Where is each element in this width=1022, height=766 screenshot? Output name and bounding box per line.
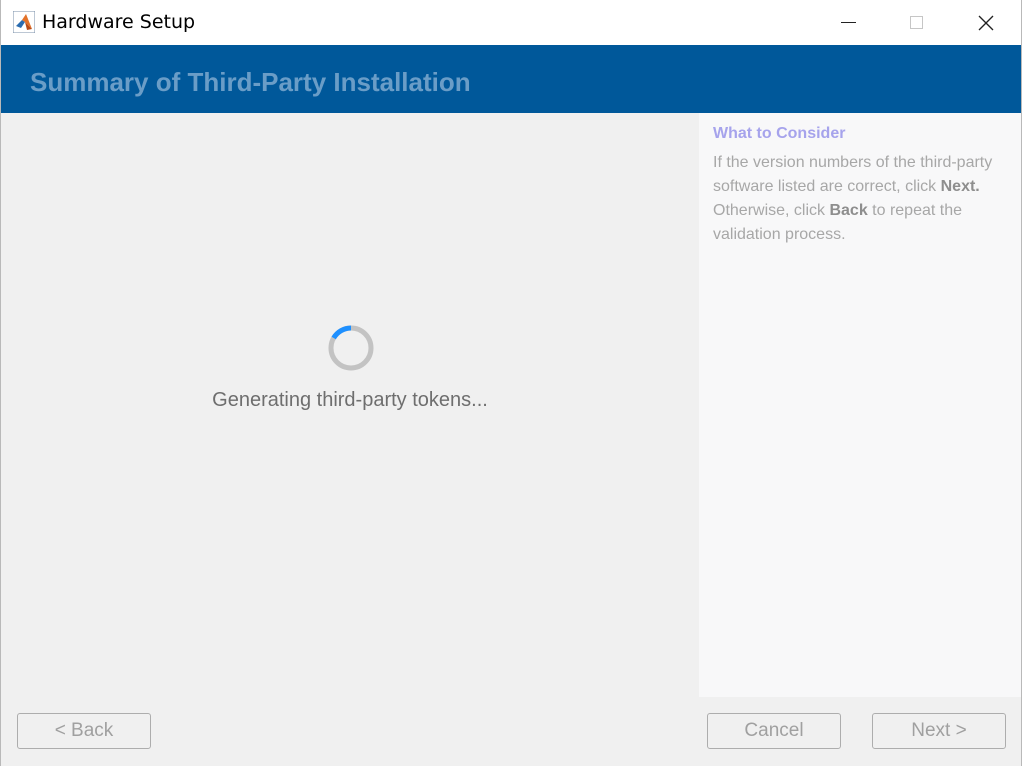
help-panel: What to Consider If the version numbers … — [699, 113, 1021, 697]
main-content: Generating third-party tokens... — [1, 113, 699, 697]
hardware-setup-window: Hardware Setup Summary of Third-Party In… — [0, 0, 1022, 766]
next-button[interactable]: Next > — [872, 713, 1006, 749]
matlab-logo-icon — [13, 11, 35, 33]
window-title: Hardware Setup — [42, 11, 196, 33]
minimize-button[interactable] — [813, 0, 883, 45]
help-text-part: Otherwise, click — [713, 202, 830, 219]
help-next-keyword: Next. — [940, 178, 980, 195]
loading-spinner-icon — [328, 325, 374, 371]
help-back-keyword: Back — [829, 202, 868, 219]
cancel-button[interactable]: Cancel — [707, 713, 841, 749]
page-title: Summary of Third-Party Installation — [30, 67, 471, 97]
back-button[interactable]: < Back — [17, 713, 151, 749]
help-text: If the version numbers of the third-part… — [713, 151, 1013, 247]
maximize-button[interactable] — [881, 0, 951, 45]
status-message: Generating third-party tokens... — [212, 389, 488, 411]
footer-bar: < Back Cancel Next > — [1, 697, 1021, 766]
close-icon — [978, 15, 994, 30]
minimize-icon — [840, 22, 856, 23]
close-button[interactable] — [951, 0, 1021, 45]
help-title: What to Consider — [713, 125, 846, 142]
title-bar[interactable]: Hardware Setup — [1, 0, 1021, 45]
maximize-icon — [909, 16, 923, 29]
header-banner: Summary of Third-Party Installation — [1, 45, 1021, 113]
